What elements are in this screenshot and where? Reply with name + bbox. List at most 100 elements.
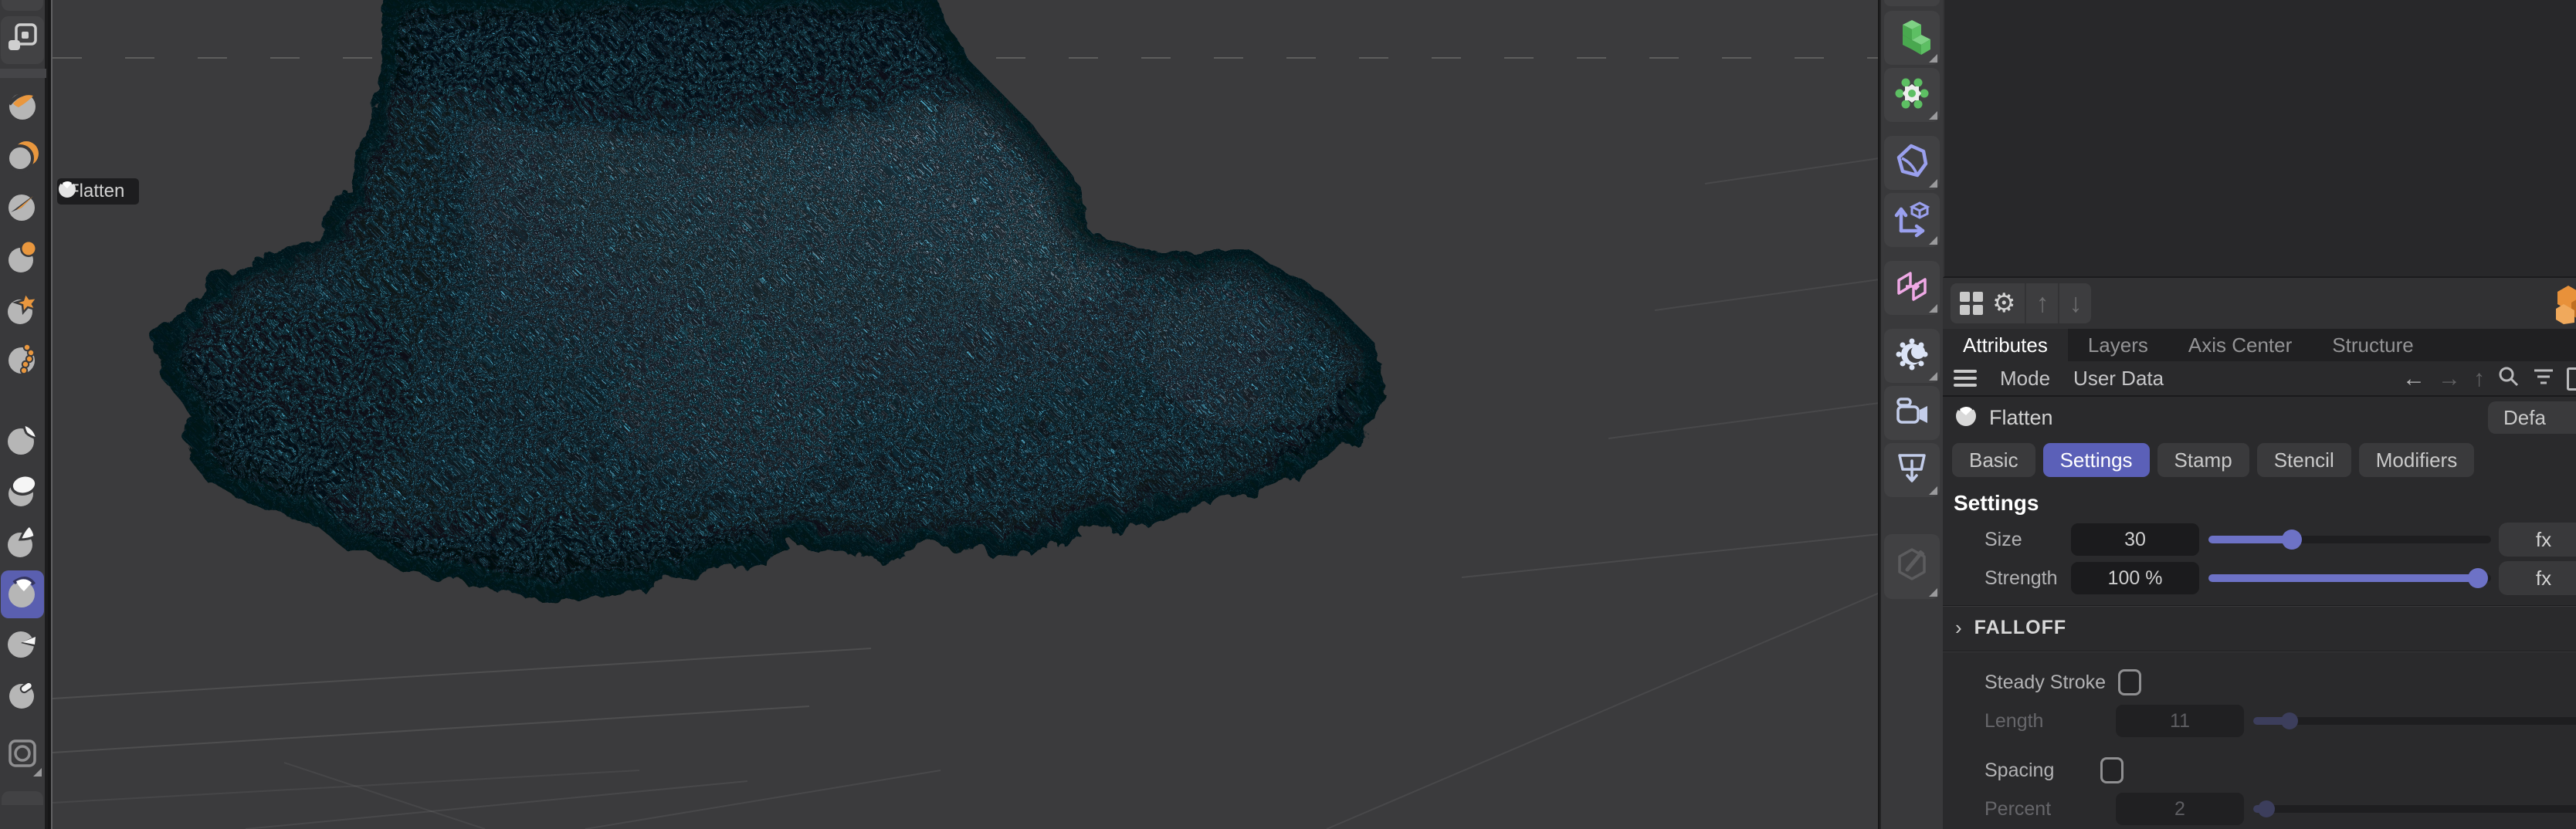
toolbar-button-partial-top[interactable] xyxy=(2,0,43,11)
sculpt-brush-flatten[interactable] xyxy=(1,570,44,618)
history-forward-button[interactable]: ↓ xyxy=(2059,283,2091,323)
plugin-icon[interactable] xyxy=(2553,284,2576,328)
sculpt-brush-fill[interactable] xyxy=(1,418,44,465)
spline-hexagon-icon xyxy=(1892,141,1932,185)
length-value-field[interactable]: 11 xyxy=(2116,705,2244,737)
tab-stencil[interactable]: Stencil xyxy=(2257,443,2351,477)
percent-slider xyxy=(2253,805,2576,813)
layout-grid-button[interactable]: ⚙ xyxy=(1951,283,2026,323)
add-primitive-button[interactable] xyxy=(1884,11,1940,65)
size-label: Size xyxy=(1985,529,2071,551)
tab-modifiers[interactable]: Modifiers xyxy=(2359,443,2474,477)
hamburger-menu-icon[interactable] xyxy=(1954,370,1977,387)
flyout-indicator xyxy=(1929,179,1937,188)
sculpt-brush-scrape[interactable] xyxy=(1,621,44,669)
flyout-indicator xyxy=(1929,54,1937,63)
tab-settings[interactable]: Settings xyxy=(2043,443,2150,477)
attributes-manager: ⚙ ↑ ↓ Attributes Layers Axis Cente xyxy=(1943,0,2576,829)
spacing-checkbox[interactable] xyxy=(2100,757,2124,783)
strength-slider[interactable] xyxy=(2208,574,2491,582)
spacing-label: Spacing xyxy=(1985,760,2054,782)
nav-forward-icon[interactable]: → xyxy=(2438,367,2461,391)
edit-object-button-disabled xyxy=(1884,534,1940,599)
toolbar-button-partial-bottom[interactable] xyxy=(2,791,43,805)
slider-handle[interactable] xyxy=(2282,530,2302,550)
selected-object-row: Flatten Defa xyxy=(1943,397,2576,438)
inflate-brush-icon xyxy=(5,240,40,279)
tab-stamp[interactable]: Stamp xyxy=(2157,443,2249,477)
slider-handle[interactable] xyxy=(2468,568,2488,588)
divider xyxy=(1943,605,2576,607)
toolbar-button-partial-top[interactable] xyxy=(1884,0,1940,6)
mode-menu[interactable]: Mode xyxy=(2000,367,2050,391)
size-fx-button[interactable]: fx xyxy=(2499,523,2576,557)
strength-fx-button[interactable]: fx xyxy=(2499,561,2576,595)
percent-value-field[interactable]: 2 xyxy=(2116,793,2244,825)
tab-basic[interactable]: Basic xyxy=(1952,443,2035,477)
sky-object-icon xyxy=(1892,334,1932,378)
sky-object-button[interactable] xyxy=(1884,329,1940,383)
history-back-button[interactable]: ↑ xyxy=(2026,283,2059,323)
attributes-icon-toolbar: ⚙ ↑ ↓ xyxy=(1943,278,2576,329)
document-icon-partial[interactable] xyxy=(2567,367,2576,391)
nav-up-icon[interactable]: ↑ xyxy=(2473,367,2485,391)
chevron-right-icon[interactable]: › xyxy=(1955,616,1962,640)
primitive-cubes-icon xyxy=(1892,16,1932,60)
tab-axis-center[interactable]: Axis Center xyxy=(2168,329,2312,361)
sculpt-brush-pull[interactable] xyxy=(1,83,44,130)
viewport-3d[interactable]: Flatten xyxy=(51,0,1878,829)
subdivide-icon xyxy=(5,21,40,60)
filter-icon[interactable] xyxy=(2533,367,2554,392)
sculpt-brush-smooth[interactable] xyxy=(1,469,44,516)
tab-layers[interactable]: Layers xyxy=(2068,329,2168,361)
falloff-section-header[interactable]: › FALLOFF xyxy=(1943,611,2576,643)
nav-back-icon[interactable]: ← xyxy=(2402,367,2425,391)
sculpt-brush-erase[interactable] xyxy=(1,672,44,720)
size-value-field[interactable]: 30 xyxy=(2071,523,2199,556)
steady-stroke-checkbox[interactable] xyxy=(2118,669,2141,695)
stage-floor-button[interactable] xyxy=(1884,443,1940,497)
falloff-label: FALLOFF xyxy=(1974,617,2066,639)
sculpt-brush-pinch[interactable] xyxy=(1,519,44,567)
gear-icon[interactable]: ⚙ xyxy=(1992,290,2015,316)
active-tool-tooltip: Flatten xyxy=(57,178,139,205)
size-slider[interactable] xyxy=(2208,536,2491,543)
add-generator-button[interactable] xyxy=(1884,68,1940,122)
stage-floor-icon xyxy=(1892,448,1932,492)
sculpt-brush-grab[interactable] xyxy=(1,286,44,334)
size-param-row: Size 30 fx xyxy=(1943,520,2576,559)
amplify-brush-icon xyxy=(5,342,40,381)
user-data-menu[interactable]: User Data xyxy=(2073,367,2164,391)
smear-brush-icon xyxy=(5,138,40,178)
edit-disabled-icon xyxy=(1890,543,1934,590)
tab-attributes[interactable]: Attributes xyxy=(1943,329,2068,361)
sculpt-brush-toolbar xyxy=(0,0,48,829)
sculpt-brush-knife[interactable] xyxy=(1,184,44,232)
sculpt-brush-smear[interactable] xyxy=(1,134,44,181)
strength-value-field[interactable]: 100 % xyxy=(2071,562,2199,594)
flatten-object-icon xyxy=(1954,403,1978,433)
sculpt-mesh[interactable] xyxy=(130,0,1442,633)
select-mask-button[interactable] xyxy=(1,731,44,779)
search-icon[interactable] xyxy=(2497,365,2520,394)
object-toolbar xyxy=(1879,0,1943,829)
camera-icon xyxy=(1892,391,1932,435)
arrow-up-icon: ↑ xyxy=(2035,290,2049,316)
subdivide-button[interactable] xyxy=(1,16,44,64)
workplane-axis-icon xyxy=(1892,198,1932,242)
pull-brush-icon xyxy=(5,87,40,127)
strength-label: Strength xyxy=(1985,567,2071,590)
camera-button[interactable] xyxy=(1884,386,1940,440)
flyout-indicator xyxy=(1929,304,1937,313)
add-spline-button[interactable] xyxy=(1884,136,1940,190)
workplane-button[interactable] xyxy=(1884,193,1940,247)
sculpt-brush-inflate[interactable] xyxy=(1,235,44,283)
manager-tab-bar: Attributes Layers Axis Center Structure xyxy=(1943,329,2576,361)
tab-structure[interactable]: Structure xyxy=(2312,329,2434,361)
length-param-row: Length 11 xyxy=(1943,702,2576,740)
sculpt-brush-amplify[interactable] xyxy=(1,337,44,385)
steady-stroke-label: Steady Stroke xyxy=(1985,672,2106,694)
symmetry-button[interactable] xyxy=(1884,261,1940,315)
scrape-brush-icon xyxy=(5,626,40,665)
preset-button-partial[interactable]: Defa xyxy=(2488,401,2576,434)
